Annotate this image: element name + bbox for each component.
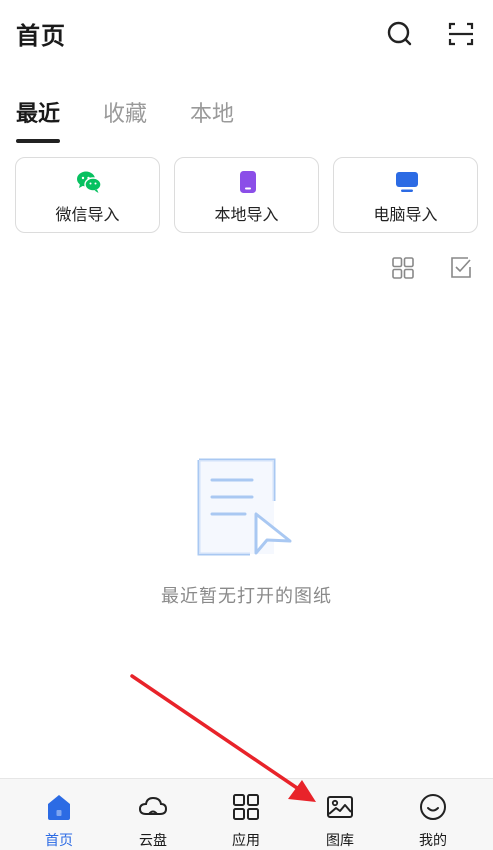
import-options: 微信导入 本地导入 电脑导入 <box>0 157 493 235</box>
computer-import-button[interactable]: 电脑导入 <box>333 157 478 233</box>
nav-label-gallery: 图库 <box>326 833 354 849</box>
nav-label-cloud: 云盘 <box>139 833 167 849</box>
cloud-icon <box>138 792 168 822</box>
wechat-icon <box>76 170 102 194</box>
grid-view-icon[interactable] <box>390 255 416 281</box>
phone-icon <box>235 170 261 194</box>
page-title: 首页 <box>16 22 66 50</box>
home-icon <box>44 792 74 822</box>
header: 首页 <box>0 0 493 70</box>
nav-label-apps: 应用 <box>232 833 260 849</box>
nav-item-cloud[interactable]: 云盘 <box>113 779 193 850</box>
local-import-label: 本地导入 <box>214 205 279 224</box>
wechat-import-label: 微信导入 <box>55 205 120 224</box>
nav-item-home[interactable]: 首页 <box>19 779 99 850</box>
search-icon[interactable] <box>384 18 416 50</box>
nav-item-apps[interactable]: 应用 <box>206 779 286 850</box>
scan-icon[interactable] <box>445 18 477 50</box>
profile-icon <box>418 792 448 822</box>
nav-label-profile: 我的 <box>419 833 447 849</box>
nav-item-gallery[interactable]: 图库 <box>300 779 380 850</box>
tab-local[interactable]: 本地 <box>190 96 234 128</box>
tab-bar: 最近 收藏 本地 <box>0 88 493 148</box>
bottom-nav: 首页 云盘 应用 图库 我的 <box>0 778 493 850</box>
tab-favorites[interactable]: 收藏 <box>103 96 147 128</box>
empty-state-message: 最近暂无打开的图纸 <box>161 586 332 607</box>
computer-import-label: 电脑导入 <box>373 205 438 224</box>
gallery-icon <box>325 792 355 822</box>
wechat-import-button[interactable]: 微信导入 <box>15 157 160 233</box>
nav-item-profile[interactable]: 我的 <box>393 779 473 850</box>
app-screen: 首页 最近 收藏 本地 微信导入 本地导入 电脑导入 最近暂无打开的图纸 首页 … <box>0 0 493 850</box>
tab-recent[interactable]: 最近 <box>16 96 60 128</box>
nav-label-home: 首页 <box>45 833 73 849</box>
monitor-icon <box>394 170 420 194</box>
document-cursor-icon <box>190 456 298 560</box>
active-tab-indicator <box>16 139 60 143</box>
local-import-button[interactable]: 本地导入 <box>174 157 319 233</box>
apps-icon <box>231 792 261 822</box>
select-checkbox-icon[interactable] <box>448 255 474 281</box>
